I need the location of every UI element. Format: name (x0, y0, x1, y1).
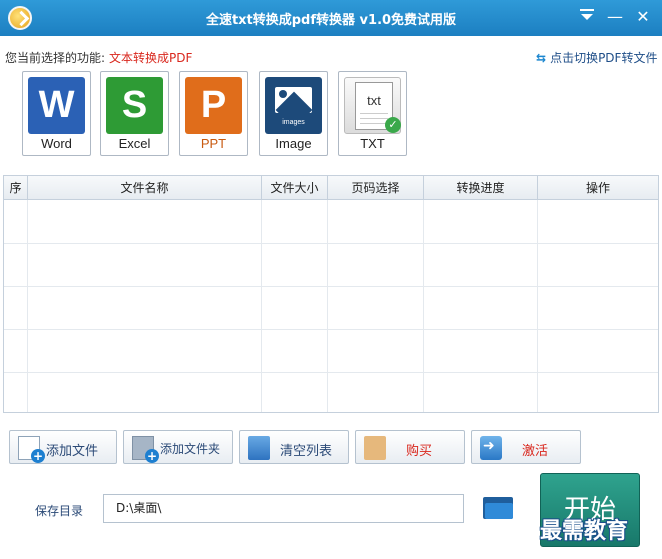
activate-label: 激活 (522, 444, 549, 459)
switch-mode-link[interactable]: ⇆ 点击切换PDF转文件 (536, 49, 657, 66)
save-directory-input[interactable]: D:\桌面\ (103, 494, 464, 523)
clear-list-button[interactable]: 清空列表 (239, 430, 349, 464)
column-progress[interactable]: 转换进度 (424, 176, 538, 200)
format-word-button[interactable]: W Word (22, 71, 91, 156)
activate-button[interactable]: 激活 (471, 430, 581, 464)
current-function-caption: 您当前选择的功能: (5, 51, 106, 65)
column-actions[interactable]: 操作 (538, 176, 658, 200)
word-icon: W (28, 77, 85, 134)
add-file-label: 添加文件 (46, 444, 99, 459)
window-title: 全速txt转换成pdf转换器 v1.0免费试用版 (205, 13, 457, 28)
buy-button[interactable]: 购买 (355, 430, 465, 464)
close-button[interactable]: ✕ (632, 6, 654, 28)
image-icon: images (265, 77, 322, 134)
add-folder-icon: + (132, 436, 159, 463)
dropdown-menu-icon[interactable] (576, 6, 598, 28)
clear-list-icon (248, 436, 270, 460)
switch-arrows-icon: ⇆ (536, 51, 547, 65)
format-image-label: Image (275, 136, 312, 151)
format-excel-button[interactable]: S Excel (100, 71, 169, 156)
add-file-button[interactable]: + 添加文件 (9, 430, 117, 464)
add-file-icon: + (18, 436, 45, 463)
format-ppt-label: PPT (200, 136, 227, 151)
add-folder-button[interactable]: + 添加文件夹 (123, 430, 233, 464)
format-ppt-button[interactable]: P PPT (179, 71, 248, 156)
shopping-bag-icon (364, 436, 386, 460)
file-table[interactable]: 序 文件名称 文件大小 页码选择 转换进度 操作 (3, 175, 659, 413)
buy-label: 购买 (406, 444, 433, 459)
excel-icon: S (106, 77, 163, 134)
title-bar: 全速txt转换成pdf转换器 v1.0免费试用版 — ✕ (0, 0, 662, 36)
clear-list-label: 清空列表 (280, 444, 333, 459)
column-page-select[interactable]: 页码选择 (328, 176, 424, 200)
browse-folder-icon[interactable] (483, 495, 513, 521)
format-word-label: Word (41, 136, 72, 151)
add-folder-label: 添加文件夹 (160, 442, 221, 456)
table-header: 序 文件名称 文件大小 页码选择 转换进度 操作 (4, 176, 658, 200)
switch-mode-label: 点击切换PDF转文件 (550, 51, 658, 65)
column-index[interactable]: 序 (4, 176, 28, 200)
save-directory-label: 保存目录 (35, 504, 84, 518)
watermark-text: 最需教育 (540, 519, 629, 544)
current-function-label: 您当前选择的功能: 文本转换成PDF (5, 49, 192, 66)
format-image-button[interactable]: images Image (259, 71, 328, 156)
minimize-button[interactable]: — (604, 6, 626, 28)
format-txt-button[interactable]: txt ✓ TXT (338, 71, 407, 156)
check-icon: ✓ (385, 117, 401, 133)
format-txt-label: TXT (360, 136, 385, 151)
format-excel-label: Excel (118, 136, 151, 151)
txt-icon: txt ✓ (344, 77, 401, 134)
column-file-name[interactable]: 文件名称 (28, 176, 262, 200)
column-file-size[interactable]: 文件大小 (262, 176, 328, 200)
current-function-value: 文本转换成PDF (109, 51, 193, 65)
arrow-right-icon (480, 436, 502, 460)
ppt-icon: P (185, 77, 242, 134)
